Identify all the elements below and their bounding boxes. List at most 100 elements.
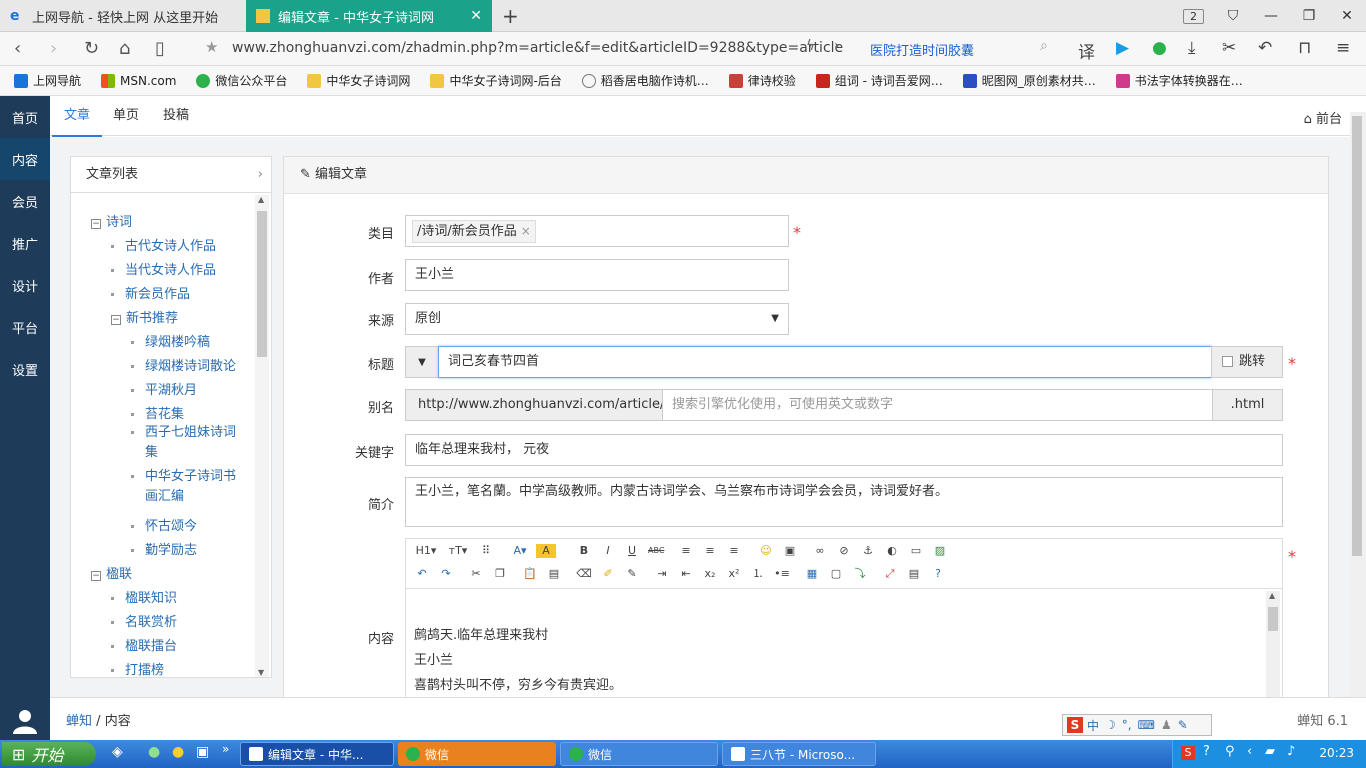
highlight-icon[interactable]: A — [536, 544, 556, 558]
italic-icon[interactable]: I — [600, 544, 616, 558]
bookmark-item[interactable]: 稻香居电脑作诗机… — [581, 72, 709, 89]
unlink-icon[interactable]: ⊘ — [836, 544, 852, 558]
bookmark-item[interactable]: 书法字体转换器在… — [1115, 72, 1243, 89]
image-insert-icon[interactable]: ▣ — [782, 544, 798, 558]
sidebar-item-members[interactable]: 会员 — [0, 180, 50, 222]
sidebar-item-settings[interactable]: 设置 — [0, 348, 50, 390]
search-icon[interactable]: ⌕ — [1040, 38, 1048, 54]
volume-icon[interactable]: ♪ — [1287, 744, 1295, 759]
tree-leaf-item[interactable]: 楹联擂台 — [111, 635, 177, 654]
bookmark-item[interactable]: 昵图网_原创素材共… — [962, 72, 1096, 89]
back-icon[interactable]: ‹ — [14, 38, 21, 59]
picture-icon[interactable]: ▨ — [932, 544, 948, 558]
menu-icon[interactable]: ≡ — [1336, 38, 1350, 58]
sidebar-item-promotion[interactable]: 推广 — [0, 222, 50, 264]
close-icon[interactable]: ✕ — [470, 8, 482, 24]
browser-tab-active[interactable]: 编辑文章 - 中华女子诗词网 ✕ — [246, 0, 492, 32]
moon-icon[interactable]: ☽ — [1105, 718, 1116, 732]
copy-icon[interactable]: ❐ — [492, 567, 508, 581]
chevron-left-icon[interactable]: ‹ — [1247, 744, 1252, 759]
browser-tab[interactable]: e 上网导航 - 轻快上网 从这里开始 — [0, 0, 246, 32]
usb-icon[interactable]: ⚲ — [1225, 744, 1235, 759]
indent-icon[interactable]: ⇥ — [654, 567, 670, 581]
reload-icon[interactable]: ↻ — [84, 38, 99, 59]
new-tab-button[interactable]: + — [502, 4, 519, 28]
close-window-icon[interactable]: ✕ — [1328, 8, 1366, 24]
outdent-icon[interactable]: ⇤ — [678, 567, 694, 581]
tab-submission[interactable]: 投稿 — [151, 96, 201, 136]
emoji-icon[interactable]: ☺ — [758, 544, 774, 558]
tree-folder-item[interactable]: − 楹联 — [91, 563, 132, 582]
redo-icon[interactable]: ↷ — [438, 567, 454, 581]
alias-input[interactable]: 搜索引擎优化使用，可使用英文或数字 — [662, 389, 1213, 421]
summary-textarea[interactable]: 王小兰，笔名蘭。中学高级教师。内蒙古诗词学会、乌兰察布市诗词学会会员，诗词爱好者… — [405, 477, 1283, 527]
network-icon[interactable]: ▰ — [1265, 744, 1275, 759]
superscript-icon[interactable]: x² — [726, 567, 742, 581]
clock[interactable]: 20:23 — [1319, 746, 1354, 760]
tree-leaf-item[interactable]: 勤学励志 — [131, 539, 197, 558]
video-icon[interactable]: ▭ — [908, 544, 924, 558]
shirt-icon[interactable]: ⛉ — [1214, 8, 1252, 24]
help-icon[interactable]: ? — [930, 567, 946, 581]
tree-leaf-item[interactable]: 楹联知识 — [111, 587, 177, 606]
taskbar-task-browser[interactable]: 编辑文章 - 中华... — [240, 742, 394, 766]
quick-launch-icon[interactable]: ▣ — [196, 744, 209, 760]
underline-icon[interactable]: U — [624, 544, 640, 558]
tree-leaf-item[interactable]: 平湖秋月 — [131, 379, 197, 398]
font-color-icon[interactable]: A▾ — [510, 544, 530, 558]
jump-checkbox[interactable]: 跳转 — [1211, 346, 1283, 378]
taskbar-task-wechat[interactable]: 微信 — [398, 742, 556, 766]
tab-article[interactable]: 文章 — [52, 96, 103, 137]
star-icon[interactable]: ★ — [205, 38, 218, 56]
quick-launch-icon[interactable]: ◈ — [112, 744, 123, 760]
restore-icon[interactable]: ❐ — [1290, 8, 1328, 24]
breadcrumb-root[interactable]: 蝉知 — [66, 714, 92, 729]
chevron-right-icon[interactable]: » — [222, 742, 229, 756]
subscript-icon[interactable]: x₂ — [702, 567, 718, 581]
sidebar-item-design[interactable]: 设计 — [0, 264, 50, 306]
tree-leaf-item[interactable]: 古代女诗人作品 — [111, 235, 216, 254]
clean-html-icon[interactable]: ✎ — [624, 567, 640, 581]
line-height-icon[interactable]: ⠿ — [478, 544, 494, 558]
cut-icon[interactable]: ✂ — [468, 567, 484, 581]
bookmark-item[interactable]: 微信公众平台 — [196, 72, 287, 89]
flash-icon[interactable]: ◐ — [884, 544, 900, 558]
page-scrollbar[interactable] — [1350, 112, 1366, 697]
translate-icon[interactable]: 译 — [1078, 38, 1095, 63]
title-input[interactable]: 词己亥春节四首 — [438, 346, 1212, 378]
tree-leaf-item[interactable]: 打擂榜 — [111, 659, 164, 678]
scissors-icon[interactable]: ✂ — [1222, 38, 1236, 58]
category-select[interactable]: /诗词/新会员作品 × — [405, 215, 789, 247]
align-right-icon[interactable]: ≡ — [726, 544, 742, 558]
paste-text-icon[interactable]: ▤ — [546, 567, 562, 581]
tab-count-badge[interactable]: 2 — [1183, 8, 1204, 24]
quick-launch-icon[interactable]: ● — [148, 744, 160, 760]
table-icon[interactable]: ▦ — [804, 567, 820, 581]
bag-icon[interactable]: ⊓ — [1298, 38, 1311, 58]
taskbar-task-wechat[interactable]: 微信 — [560, 742, 718, 766]
remove-icon[interactable]: × — [521, 224, 531, 238]
font-size-icon[interactable]: тT▾ — [446, 544, 470, 558]
fullscreen-icon[interactable]: ⤢ — [882, 567, 898, 581]
bookmark-item[interactable]: 中华女子诗词网-后台 — [430, 72, 562, 89]
tree-folder-item[interactable]: − 新书推荐 — [111, 307, 178, 326]
sidebar-item-home[interactable]: 首页 — [0, 96, 50, 138]
author-input[interactable]: 王小兰 — [405, 259, 789, 291]
tree-leaf-item[interactable]: 西子七姐妹诗词集 — [131, 423, 236, 463]
bookmark-item[interactable]: 组词 - 诗词吾爱网… — [815, 72, 943, 89]
bookmark-item[interactable]: 上网导航 — [14, 72, 81, 89]
link-icon[interactable]: ∞ — [812, 544, 828, 558]
strikethrough-icon[interactable]: ABC — [648, 544, 664, 558]
user-icon[interactable]: ♟ — [1161, 718, 1172, 732]
punctuation-icon[interactable]: °, — [1122, 718, 1132, 732]
chevron-right-icon[interactable]: › — [834, 38, 840, 54]
bookmark-item[interactable]: 中华女子诗词网 — [307, 72, 410, 89]
ad-link[interactable]: 医院打造时间胶囊 — [870, 40, 974, 59]
address-bar[interactable]: www.zhonghuanvzi.com/zhadmin.php?m=artic… — [232, 40, 843, 56]
sogou-tray-icon[interactable]: S — [1181, 746, 1195, 760]
undo-icon[interactable]: ↶ — [414, 567, 430, 581]
tree-leaf-item[interactable]: 怀古颂今 — [131, 515, 197, 534]
ime-toolbar[interactable]: S 中 ☽ °, ⌨ ♟ ✎ — [1062, 714, 1212, 736]
wrench-icon[interactable]: ✎ — [1178, 718, 1188, 732]
forward-icon[interactable]: › — [50, 38, 57, 59]
